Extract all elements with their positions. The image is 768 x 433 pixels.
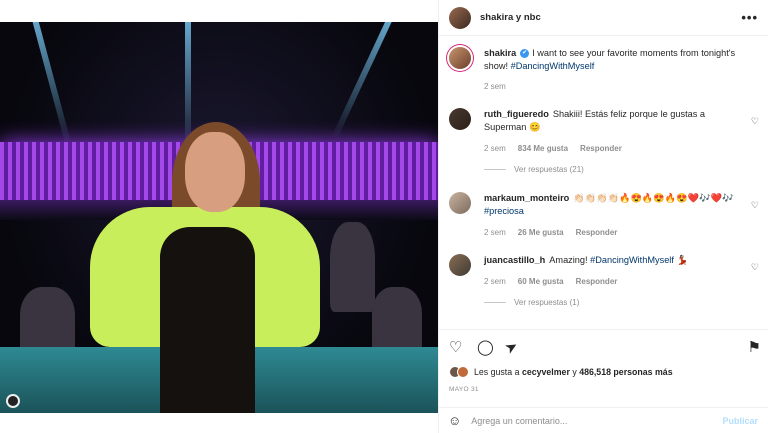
comment-time[interactable]: 2 sem [484,277,506,286]
reply-button[interactable]: Responder [576,228,618,237]
caption: shakira ✔ I want to see your favorite mome… [449,47,759,91]
avatar[interactable] [449,108,471,130]
stage-scene [0,22,438,413]
comment-user[interactable]: ruth_figueredo [484,109,549,119]
comment-text: Amazing! [549,255,588,265]
comment-bubble-icon[interactable]: ◯ [477,338,494,356]
black-dress [160,227,255,413]
light-beam [30,22,73,149]
publish-button[interactable]: Publicar [722,416,758,426]
list-item: ruth_figueredo Shakiii! Estás feliz porqu… [449,108,759,174]
comments-list[interactable]: shakira ✔ I want to see your favorite mome… [439,36,768,329]
liker-user[interactable]: cecyvelmer [522,367,570,377]
like-comment-icon[interactable]: ♡ [751,200,759,211]
comment-text: 👏🏻👏🏻👏🏻👏🏻🔥😍🔥😍🔥😍❤️🎶❤️🎶 [573,193,734,203]
like-comment-icon[interactable]: ♡ [751,262,759,273]
like-comment-icon[interactable]: ♡ [751,116,759,127]
hashtag-link[interactable]: #DancingWithMyself [590,255,674,265]
comment-time[interactable]: 2 sem [484,228,506,237]
post-header: shakira y nbc ••• [439,0,768,36]
avatar[interactable] [449,192,471,214]
comment-likes[interactable]: 834 Me gusta [518,144,568,153]
post-photo[interactable] [0,0,438,433]
light-beam [331,22,396,141]
comment-likes[interactable]: 60 Me gusta [518,277,564,286]
emoji-picker-icon[interactable]: ☺ [448,413,461,428]
comment-user[interactable]: juancastillo_h [484,255,545,265]
view-replies[interactable]: Ver respuestas (1) [484,298,759,307]
comment-emoji: 💃🏽 [676,255,688,265]
audience-person [372,287,422,352]
caption-time[interactable]: 2 sem [484,82,506,91]
list-item: juancastillo_h Amazing! #DancingWithMysel… [449,254,759,307]
avatar [457,366,469,378]
comment-likes[interactable]: 26 Me gusta [518,228,564,237]
more-options-icon[interactable]: ••• [741,10,758,25]
face-shape [185,132,245,212]
view-replies[interactable]: Ver respuestas (21) [484,165,759,174]
post-side-panel: shakira y nbc ••• shakira ✔ I want to see … [438,0,768,433]
tagged-users-icon[interactable] [6,394,20,408]
caption-user[interactable]: shakira [484,48,516,58]
comment-user[interactable]: markaum_monteiro [484,193,569,203]
list-item: markaum_monteiro 👏🏻👏🏻👏🏻👏🏻🔥😍🔥😍🔥😍❤️🎶❤️🎶 #pr… [449,192,759,237]
reply-button[interactable]: Responder [576,277,618,286]
likes-summary[interactable]: Les gusta a cecyvelmer y 486,518 persona… [449,366,673,378]
reply-button[interactable]: Responder [580,144,622,153]
likes-count[interactable]: 486,518 personas más [579,367,672,377]
post-date[interactable]: MAYO 31 [449,386,479,393]
avatar[interactable] [449,47,471,69]
avatar[interactable] [449,6,471,29]
hashtag-link[interactable]: #DancingWithMyself [511,61,595,71]
save-bookmark-icon[interactable]: ⚑ [748,338,761,356]
verified-badge-icon: ✔ [520,49,530,59]
comment-composer: ☺ Agrega un comentario... Publicar [438,407,768,433]
audience-person [330,222,375,312]
avatar[interactable] [449,254,471,276]
comment-time[interactable]: 2 sem [484,144,506,153]
hashtag-link[interactable]: #preciosa [484,206,524,216]
like-heart-icon[interactable]: ♡ [449,338,462,356]
comment-input[interactable]: Agrega un comentario... [471,416,567,426]
post-authors[interactable]: shakira y nbc [480,12,541,23]
share-icon[interactable]: ➤ [501,336,521,358]
